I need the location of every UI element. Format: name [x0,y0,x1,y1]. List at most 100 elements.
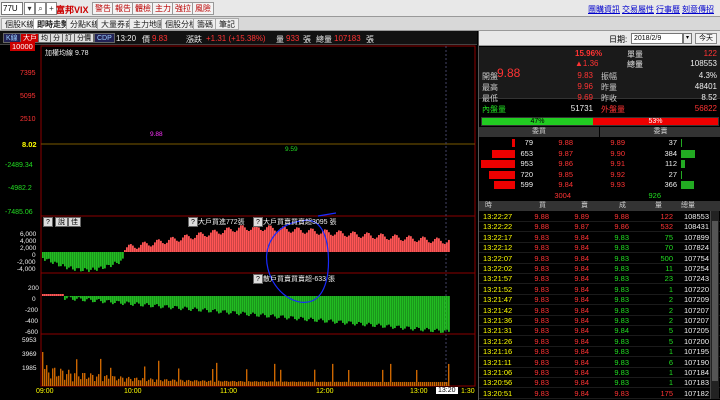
sub-button-help-3[interactable]: ? [253,217,263,227]
tick-row[interactable]: 13:21:36 9.83 9.84 9.83 2 107207 [479,316,720,326]
today-button[interactable]: 今天 [695,33,717,44]
orderbook-row[interactable]: 720 9.85 9.92 27 [479,170,720,180]
tick-row[interactable]: 13:21:31 9.83 9.84 9.84 5 107205 [479,326,720,337]
tick-row[interactable]: 13:21:16 9.83 9.84 9.83 1 107195 [479,347,720,358]
retail-bar [48,294,50,296]
volume-bar [80,379,82,386]
big-holder-bar [392,236,394,252]
tick-time: 13:20:51 [483,388,513,398]
stat-row-inner-outer: 內盤量 51731 外盤量 56822 [479,104,720,115]
volume-bar [70,373,72,386]
tick-ask: 9.84 [574,284,589,294]
tick-price: 9.83 [614,295,629,305]
tick-row[interactable]: 13:22:02 9.83 9.84 9.83 11 107254 [479,264,720,274]
tick-row[interactable]: 13:21:47 9.83 9.84 9.83 2 107209 [479,295,720,306]
tick-row[interactable]: 13:21:52 9.83 9.84 9.83 1 107220 [479,285,720,295]
sub-button-best[interactable]: 佳 [68,217,81,227]
volume-bar [396,381,398,386]
orderbook-row[interactable]: 653 9.87 9.90 384 [479,149,720,159]
tick-row[interactable]: 13:22:27 9.88 9.89 9.88 122 108553 [479,212,720,222]
bid-volume-bar [489,170,515,179]
big-holder-bar [208,235,210,252]
retail-bar [166,296,168,306]
tick-row[interactable]: 13:22:12 9.83 9.84 9.83 70 107824 [479,243,720,254]
orderbook-row[interactable]: 953 9.86 9.91 112 [479,159,720,169]
tick-scrollbar[interactable] [710,211,719,399]
volume-bar [58,375,60,386]
big-holder-bar [350,233,352,252]
volume-bar [356,381,358,386]
tab-notes[interactable]: 筆記 [215,18,239,30]
tick-row[interactable]: 13:21:26 9.83 9.84 9.83 5 107200 [479,337,720,347]
link-trade-attr[interactable]: 交易屬性 [622,4,654,15]
toolbar-button-health[interactable]: 體檢 [132,2,154,15]
link-calendar[interactable]: 行事曆 [656,4,680,15]
volume-bar [124,381,126,386]
date-label: 日期: [609,35,628,44]
header-total-label: 總量 [316,35,332,44]
toolbar-button-risk[interactable]: 風險 [192,2,214,15]
ask-header: 委賣 [600,127,720,137]
symbol-input[interactable]: 77U [1,2,23,15]
orderbook-row[interactable]: 79 9.88 9.89 37 [479,138,720,148]
volume-bar [188,379,190,386]
tick-price: 9.83 [614,232,629,242]
link-spread[interactable]: 刻意傳招 [682,4,714,15]
retail-bar [182,296,184,309]
retail-bar [430,296,432,332]
toolbar-button-warning[interactable]: 警告 [92,2,114,15]
retail-bar [324,296,326,323]
big-holder-bar [348,235,350,252]
mini-button-price-dist[interactable]: 分價 [74,33,94,43]
sub-button-help-4[interactable]: ? [253,274,263,284]
tick-row[interactable]: 13:21:42 9.83 9.84 9.83 2 107207 [479,306,720,316]
dropdown-icon[interactable]: ▾ [24,2,35,15]
link-group-info[interactable]: 團購資訊 [588,4,620,15]
toolbar-button-main-force[interactable]: 主力 [152,2,174,15]
retail-bar [98,296,100,300]
tick-time: 13:22:17 [483,232,513,242]
big-holder-bar [356,234,358,252]
tick-ask: 9.87 [574,222,589,232]
bid-volume-bar [491,149,515,158]
big-holder-bar [48,252,50,259]
retail-bar [434,296,436,330]
big-holder-bar [426,239,428,252]
tick-row[interactable]: 13:21:06 9.83 9.84 9.83 1 107184 [479,368,720,378]
calendar-dropdown-icon[interactable]: ▾ [683,33,692,44]
retail-bar [426,296,428,328]
tick-price: 9.83 [614,378,629,388]
sub-button-help[interactable]: ? [43,217,53,227]
tick-row[interactable]: 13:20:51 9.83 9.84 9.83 175 107182 [479,389,720,399]
tick-row[interactable]: 13:22:07 9.83 9.84 9.83 500 107754 [479,254,720,264]
toolbar-button-pull[interactable]: 強拉 [172,2,194,15]
volume-bar [100,358,102,386]
search-icon[interactable]: ⌕ [35,2,46,15]
tick-row[interactable]: 13:21:11 9.83 9.84 9.83 6 107190 [479,358,720,368]
volume-bar [280,369,282,386]
big-holder-bar [118,252,120,265]
big-holder-bar [94,252,96,270]
tab-chips[interactable]: 籌碼 [193,18,217,30]
big-holder-bar [340,230,342,252]
toolbar-button-report[interactable]: 報告 [112,2,134,15]
volume-bar [144,366,146,386]
scroll-thumb[interactable] [712,221,718,381]
mini-button-cdp[interactable]: CDP [94,33,115,43]
retail-bar [212,296,214,310]
retail-bar [418,296,420,328]
tick-row[interactable]: 13:22:22 9.88 9.87 9.86 532 108431 [479,222,720,233]
orderbook-row[interactable]: 599 9.84 9.93 366 [479,180,720,190]
retail-bar [376,296,378,325]
date-input[interactable]: 2018/2/9 [631,33,683,44]
tick-row[interactable]: 13:22:17 9.83 9.84 9.83 75 107899 [479,233,720,243]
big-holder-bar [156,239,158,252]
mid-axis-1: 4,000 [20,238,37,245]
tick-row[interactable]: 13:20:56 9.83 9.84 9.83 1 107183 [479,378,720,389]
retail-bar [340,296,342,321]
retail-bar [272,296,274,315]
retail-bar [432,296,434,333]
sub-button-explain[interactable]: 說 [55,217,68,227]
sub-button-help-2[interactable]: ? [188,217,198,227]
tick-row[interactable]: 13:21:57 9.83 9.84 9.83 23 107243 [479,274,720,285]
